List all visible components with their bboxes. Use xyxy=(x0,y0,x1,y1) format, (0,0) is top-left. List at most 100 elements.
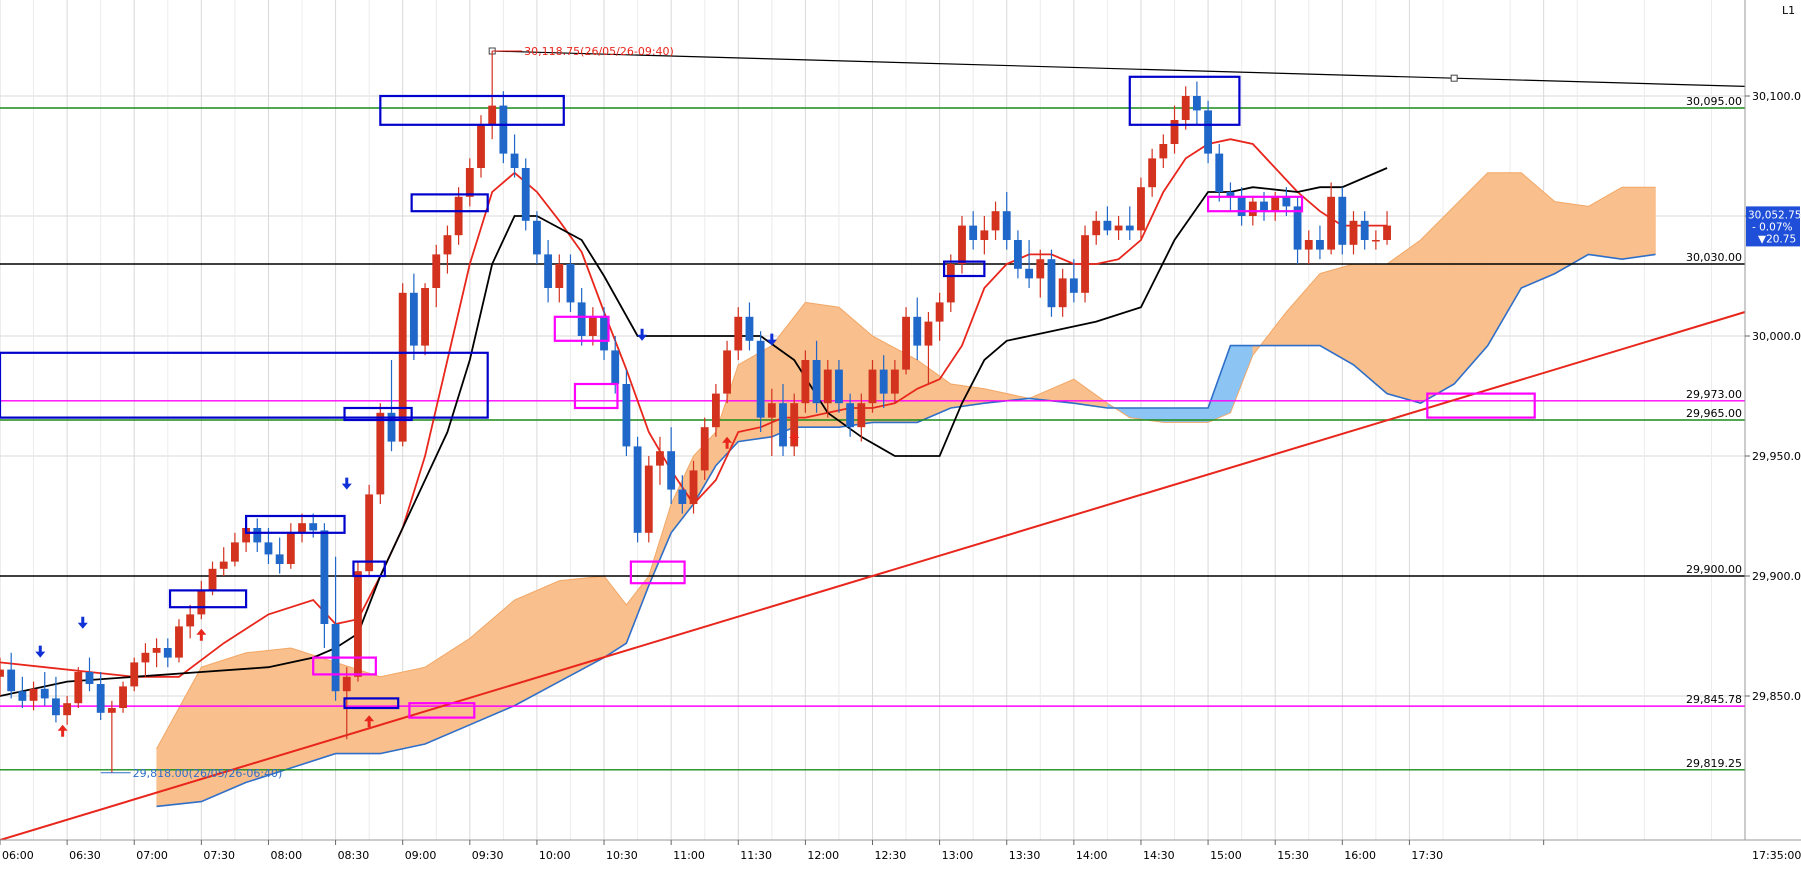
candle-body xyxy=(354,571,362,677)
candle-body xyxy=(219,561,228,569)
x-tick-label: 13:00 xyxy=(942,849,974,862)
candle-body xyxy=(734,316,743,351)
y-tick-label: 29,900.00 xyxy=(1752,570,1801,583)
candle-body xyxy=(1114,225,1123,231)
x-tick-label: 08:00 xyxy=(270,849,302,862)
candle-body xyxy=(924,321,933,346)
candle xyxy=(1081,225,1089,303)
candle-body xyxy=(175,626,183,658)
candle-body xyxy=(644,465,653,533)
candle-body xyxy=(1237,196,1246,216)
candle-body xyxy=(1025,268,1034,279)
candle-body xyxy=(756,340,765,418)
candle-body xyxy=(935,302,944,322)
candle-body xyxy=(667,451,676,490)
candle-body xyxy=(7,669,16,692)
candle-body xyxy=(1069,278,1078,293)
candle-body xyxy=(711,393,720,428)
candle-body xyxy=(130,662,139,687)
candle xyxy=(521,158,530,231)
candle-body xyxy=(1204,110,1212,154)
candle-body xyxy=(633,446,642,533)
candle-body xyxy=(767,403,776,418)
x-tick-label: 16:00 xyxy=(1344,849,1376,862)
x-tick-label: 17:30 xyxy=(1411,849,1443,862)
candle-body xyxy=(868,369,877,404)
candle-body xyxy=(969,225,978,240)
x-tick-label: 10:00 xyxy=(539,849,571,862)
candle-body xyxy=(1260,201,1268,212)
candle-body xyxy=(1137,187,1145,231)
candle-body xyxy=(432,254,441,288)
candle-body xyxy=(1316,240,1324,250)
candle-body xyxy=(421,288,429,346)
candle-body xyxy=(197,590,206,615)
candle-body xyxy=(723,350,731,394)
candle-body xyxy=(488,105,497,125)
price-level-label: 29,845.78 xyxy=(1686,693,1742,706)
x-tick-label: 15:00 xyxy=(1210,849,1242,862)
candle xyxy=(74,667,83,708)
candle xyxy=(1047,249,1056,317)
y-tick-label: 30,100.00 xyxy=(1752,90,1801,103)
trendline-handle xyxy=(1450,74,1458,82)
candle-body xyxy=(186,614,195,627)
candle-body xyxy=(588,316,597,336)
candle-body xyxy=(846,403,855,428)
candle-body xyxy=(163,648,172,658)
cloud-segment xyxy=(1621,186,1656,260)
top-right-label: L1 xyxy=(1782,4,1795,17)
candle-body xyxy=(1014,240,1022,269)
candle-body xyxy=(946,264,955,303)
candle-body xyxy=(1192,96,1201,111)
candle-body xyxy=(622,384,631,447)
candle-body xyxy=(141,652,150,663)
candle-body xyxy=(857,403,866,428)
x-tick-label: 15:30 xyxy=(1277,849,1309,862)
x-tick-label: 09:00 xyxy=(405,849,437,862)
candle-body xyxy=(958,225,966,264)
candle-body xyxy=(779,403,787,447)
candle-body xyxy=(376,412,385,495)
x-tick-label: 07:00 xyxy=(136,849,168,862)
current-change-label: ▼20.75 xyxy=(1758,233,1796,245)
candle-body xyxy=(365,494,374,572)
y-tick-label: 29,850.00 xyxy=(1752,690,1801,703)
candle xyxy=(421,283,429,356)
candle-body xyxy=(902,316,910,370)
candle-body xyxy=(801,360,810,404)
candlestick-chart: 30,118.75(26/05/26-09:40) 29,818.00(26/05… xyxy=(0,0,1801,867)
candle-body xyxy=(555,264,564,288)
candle-body xyxy=(298,523,306,533)
time-axis: 06:00 06:30 07:00 07:30 08:00 08:30 09:00 09:30… xyxy=(0,839,1801,867)
candle-body xyxy=(678,489,687,504)
candle xyxy=(1338,187,1347,255)
cloud-segment xyxy=(1420,205,1455,404)
candle-body xyxy=(465,168,474,197)
candle-body xyxy=(1002,211,1011,240)
candle-body xyxy=(1383,225,1391,240)
candle-body xyxy=(253,528,262,543)
candle-body xyxy=(890,369,899,394)
candle xyxy=(756,331,765,432)
candle-body xyxy=(0,669,4,677)
chart-root: 30,118.75(26/05/26-09:40) 29,818.00(26/05… xyxy=(0,0,1801,867)
price-level-label: 29,900.00 xyxy=(1686,563,1742,576)
candle-body xyxy=(913,316,922,346)
candle-body xyxy=(566,264,575,303)
candle-body xyxy=(1271,196,1280,212)
candle-body xyxy=(230,542,239,562)
candle-body xyxy=(521,168,530,221)
candle-body xyxy=(689,470,698,504)
candle-body xyxy=(600,316,608,351)
candle-body xyxy=(29,688,38,701)
candle-body xyxy=(656,451,664,466)
candle-body xyxy=(1058,278,1067,308)
candle-body xyxy=(879,369,888,394)
candle-body xyxy=(477,124,485,168)
x-tick-label: 14:00 xyxy=(1076,849,1108,862)
x-tick-label: 12:30 xyxy=(875,849,907,862)
candle-body xyxy=(533,220,541,255)
candle-body xyxy=(745,316,754,341)
y-tick-label: 29,950.00 xyxy=(1752,450,1801,463)
